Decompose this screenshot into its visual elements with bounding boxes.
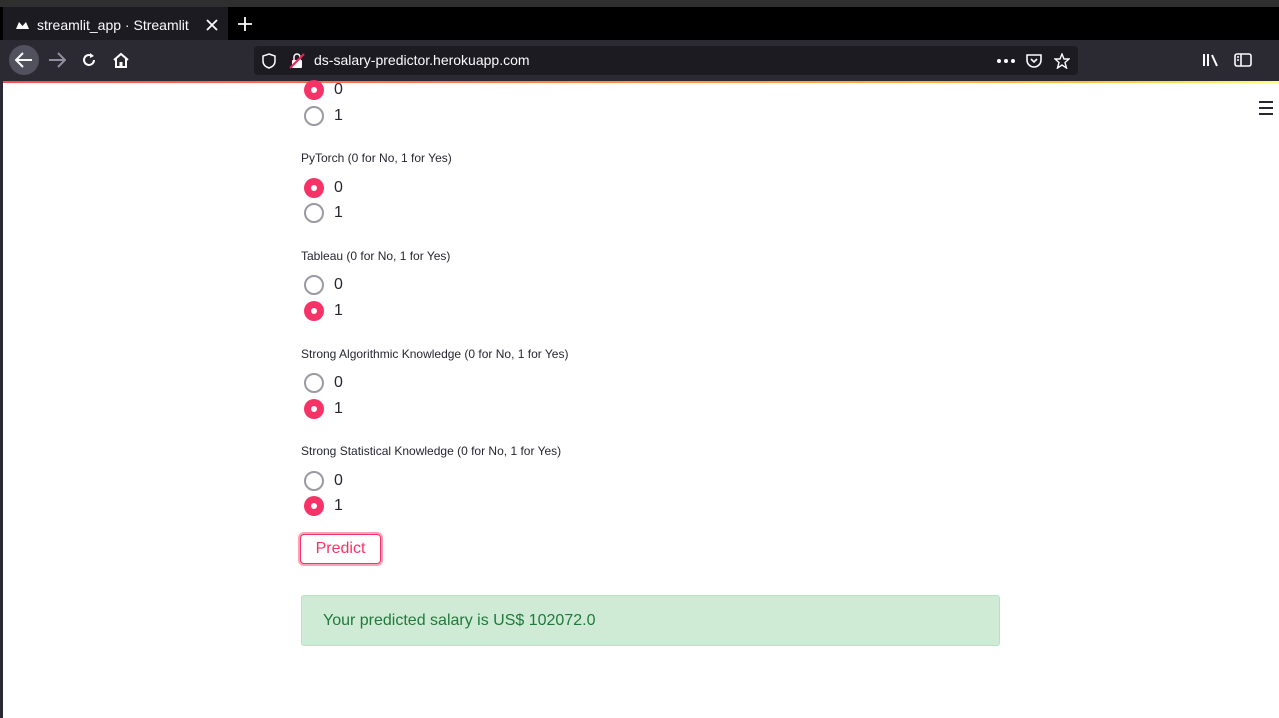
streamlit-decoration-bar [3,81,1279,83]
radio-button[interactable] [304,275,324,295]
question-label-tableau: Tableau (0 for No, 1 for Yes) [301,249,451,263]
radio-option[interactable]: 0 [304,178,343,198]
radio-option[interactable]: 0 [304,80,343,100]
plus-icon[interactable] [234,13,256,35]
url-text[interactable]: ds-salary-predictor.herokuapp.com [314,52,530,68]
radio-button-selected[interactable] [304,178,324,198]
radio-option-label: 0 [334,276,343,293]
reload-icon[interactable] [74,45,104,75]
tab-title: streamlit_app · Streamlit [37,16,189,33]
radio-option-label: 1 [334,204,343,221]
more-icon[interactable] [997,52,1015,70]
radio-option[interactable]: 1 [304,496,343,516]
radio-option-label: 0 [334,179,343,196]
question-label-algorithmic: Strong Algorithmic Knowledge (0 for No, … [301,347,569,361]
window-titlebar [0,0,1279,7]
sidebar-icon[interactable] [1233,50,1253,70]
page-content: 0 1 PyTorch (0 for No, 1 for Yes) 0 1 Ta… [0,80,1279,718]
close-icon[interactable] [204,17,220,33]
radio-option-label: 1 [334,302,343,319]
url-bar[interactable]: ds-salary-predictor.herokuapp.com [254,46,1078,75]
radio-option-label: 0 [334,81,343,98]
radio-button-selected[interactable] [304,301,324,321]
radio-option[interactable]: 1 [304,399,343,419]
radio-option-label: 0 [334,374,343,391]
question-label-pytorch: PyTorch (0 for No, 1 for Yes) [301,151,452,165]
radio-button-selected[interactable] [304,399,324,419]
radio-button[interactable] [304,373,324,393]
radio-button-selected[interactable] [304,496,324,516]
radio-button-selected[interactable] [304,80,324,100]
hamburger-menu-icon[interactable] [1259,101,1275,115]
radio-option-label: 0 [334,472,343,489]
shield-icon[interactable] [260,52,278,70]
tab-bar: streamlit_app · Streamlit [0,7,1279,40]
browser-tab[interactable]: streamlit_app · Streamlit [3,7,228,40]
prediction-result-text: Your predicted salary is US$ 102072.0 [323,611,596,629]
radio-option[interactable]: 0 [304,275,343,295]
radio-option[interactable]: 1 [304,203,343,223]
insecure-lock-icon[interactable] [288,52,306,70]
back-arrow-icon[interactable] [9,45,39,75]
radio-option-label: 1 [334,497,343,514]
radio-option-label: 1 [334,400,343,417]
star-icon[interactable] [1053,52,1071,70]
radio-button[interactable] [304,471,324,491]
radio-option[interactable]: 1 [304,106,343,126]
radio-option[interactable]: 0 [304,471,343,491]
question-label-statistical: Strong Statistical Knowledge (0 for No, … [301,444,562,458]
library-icon[interactable] [1201,50,1221,70]
streamlit-favicon-icon [15,18,29,32]
home-icon[interactable] [106,45,136,75]
predict-button[interactable]: Predict [300,534,381,564]
forward-arrow-icon[interactable] [42,45,72,75]
radio-option[interactable]: 0 [304,373,343,393]
radio-button[interactable] [304,106,324,126]
radio-option[interactable]: 1 [304,301,343,321]
pocket-icon[interactable] [1025,52,1043,70]
radio-option-label: 1 [334,107,343,124]
radio-button[interactable] [304,203,324,223]
prediction-result-alert: Your predicted salary is US$ 102072.0 [301,595,1000,646]
navigation-toolbar: ds-salary-predictor.herokuapp.com [0,40,1279,81]
